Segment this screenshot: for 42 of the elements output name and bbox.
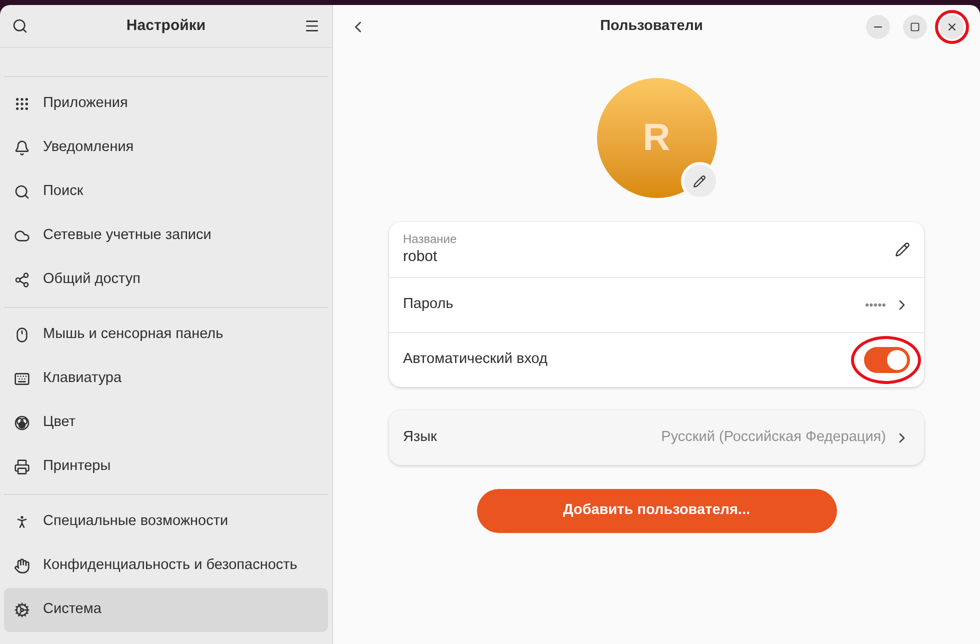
cloud-icon [14, 228, 30, 244]
edit-icon[interactable] [895, 242, 910, 257]
sidebar-item[interactable]: Принтеры [4, 445, 328, 489]
sidebar-item[interactable]: Поиск [4, 170, 328, 214]
setting-label: Автоматический вход [403, 350, 548, 370]
pencil-icon [693, 174, 706, 188]
avatar: R [596, 78, 716, 198]
toggle-switch[interactable] [864, 347, 910, 373]
grid-icon [14, 96, 30, 112]
sidebar-item[interactable]: Сетевые учетные записи [4, 214, 328, 258]
sidebar-item[interactable]: Клавиатура [4, 357, 328, 401]
bell-icon [14, 140, 30, 156]
annotation-ring [935, 10, 969, 44]
password-row[interactable]: Пароль ••••• [389, 277, 924, 332]
share-icon [14, 272, 30, 288]
keyboard-icon [14, 371, 30, 387]
search-icon [14, 184, 30, 200]
language-row[interactable]: Язык Русский (Российская Федерация) [389, 410, 924, 465]
printer-icon [14, 459, 30, 475]
sidebar-item[interactable]: Общий доступ [4, 258, 328, 302]
gear-icon [14, 602, 30, 618]
maximize-icon [910, 22, 920, 32]
page-title: Пользователи [599, 16, 704, 36]
sidebar-item[interactable]: Система [4, 588, 328, 632]
sidebar-item[interactable]: Конфиденциальность и безопасность [4, 544, 328, 588]
search-icon[interactable] [12, 18, 28, 34]
sidebar-item[interactable]: Цвет [4, 401, 328, 445]
sidebar-title: Настройки [125, 16, 207, 36]
name-field[interactable]: Название robot [403, 232, 895, 267]
add-user-button[interactable]: Добавить пользователя... [476, 489, 836, 533]
maximize-button[interactable] [903, 14, 927, 38]
menu-icon[interactable] [304, 18, 320, 34]
circles-icon [14, 415, 30, 431]
close-button[interactable] [940, 14, 964, 38]
sidebar-item[interactable]: Мышь и сенсорная панель [4, 313, 328, 357]
annotation-ring [851, 336, 921, 384]
close-icon [946, 20, 958, 32]
hand-icon [14, 558, 30, 574]
sidebar-item[interactable]: Специальные возможности [4, 500, 328, 544]
sidebar-item[interactable]: Уведомления [4, 126, 328, 170]
mouse-icon [14, 327, 30, 343]
sidebar-item[interactable]: Приложения [4, 82, 328, 126]
